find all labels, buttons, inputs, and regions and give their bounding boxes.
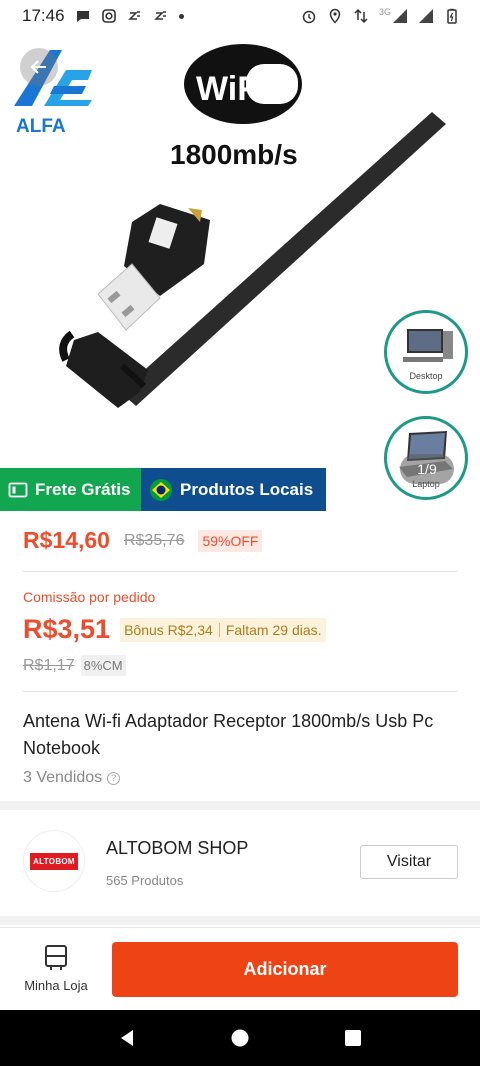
commission-row: R$3,51 Bônus R$2,34 Faltam 29 dias. — [23, 614, 326, 645]
app-notification-icon-2 — [153, 11, 166, 20]
app-notification-icon — [127, 11, 140, 20]
product-title: Antena Wi-fi Adaptador Receptor 1800mb/s… — [23, 711, 434, 758]
shop-logo-text: ALTOBOM — [30, 852, 78, 870]
sold-count-label: 3 Vendidos — [23, 769, 103, 786]
commission-original: R$1,17 — [23, 656, 75, 674]
svg-text:ALFA: ALFA — [16, 116, 66, 137]
badge-row: Frete Grátis Produtos Locais — [0, 468, 326, 511]
nav-recents-icon[interactable] — [343, 1028, 363, 1048]
system-nav-bar — [0, 1010, 480, 1066]
free-shipping-label: Frete Grátis — [35, 479, 131, 499]
free-shipping-badge: Frete Grátis — [0, 468, 141, 511]
commission-rate-row: R$1,17 8%CM — [23, 655, 126, 676]
signal-group: 3G — [379, 8, 408, 24]
nav-back-icon[interactable] — [117, 1028, 137, 1048]
status-bar: 17:46 3G — [0, 0, 480, 32]
section-separator — [0, 916, 480, 925]
current-price: R$14,60 — [23, 527, 110, 553]
shop-products-count: 565 Produtos — [106, 873, 184, 888]
bonus-amount: Bônus R$2,34 — [124, 621, 213, 638]
signal-icon-2 — [419, 9, 433, 23]
my-store-button[interactable]: Minha Loja — [14, 944, 98, 993]
chat-notification-icon — [76, 11, 89, 22]
commission-rate: 8%CM — [80, 655, 126, 676]
original-price: R$35,76 — [123, 531, 185, 549]
alarm-icon — [302, 10, 316, 24]
thumb-label: Desktop — [409, 371, 443, 381]
bonus-separator — [218, 622, 220, 637]
screen: 17:46 3G ALFA WiFi 1800mb/s Desktop Lapt… — [0, 0, 480, 1066]
bonus-remaining: Faltam 29 dias. — [225, 621, 322, 638]
commission-label: Comissão por pedido — [23, 589, 156, 605]
local-products-label: Produtos Locais — [180, 479, 314, 499]
my-store-label: Minha Loja — [24, 978, 88, 993]
wifi-logo: WiFi — [184, 44, 302, 124]
price-row: R$14,60 R$35,76 59%OFF — [23, 527, 263, 554]
image-pager: 1/9 — [400, 454, 454, 484]
discount-badge: 59%OFF — [198, 529, 263, 552]
local-products-badge: Produtos Locais — [141, 468, 326, 511]
status-time: 17:46 — [22, 6, 65, 25]
brazil-flag-icon — [150, 478, 172, 501]
sold-count: 3 Vendidos ? — [23, 769, 121, 787]
arrow-left-icon — [30, 60, 46, 74]
back-button[interactable] — [20, 48, 58, 86]
signal-icon — [393, 9, 407, 23]
action-bar: Minha Loja Adicionar — [0, 927, 480, 1010]
shop-logo[interactable]: ALTOBOM — [23, 830, 85, 892]
divider — [23, 691, 457, 692]
commission-value: R$3,51 — [23, 614, 111, 644]
more-notifications-dot-icon — [178, 13, 184, 19]
usb-adapter — [97, 204, 210, 331]
add-button[interactable]: Adicionar — [112, 942, 458, 997]
nav-home-icon[interactable] — [230, 1028, 250, 1048]
svg-text:WiFi: WiFi — [196, 70, 267, 108]
bonus-box: Bônus R$2,34 Faltam 29 dias. — [120, 617, 326, 642]
help-icon[interactable]: ? — [107, 771, 121, 785]
store-icon — [45, 945, 67, 970]
network-type: 3G — [378, 7, 391, 17]
shop-name[interactable]: ALTOBOM SHOP — [106, 838, 248, 859]
location-icon — [329, 8, 341, 24]
thumb-desktop[interactable]: Desktop — [384, 310, 468, 394]
divider — [23, 571, 457, 572]
product-image-carousel[interactable]: ALFA WiFi 1800mb/s Desktop Laptop 1/9 — [0, 32, 480, 512]
ticket-icon — [8, 482, 28, 497]
data-transfer-icon — [354, 8, 368, 24]
speed-text: 1800mb/s — [170, 139, 298, 170]
visit-shop-button[interactable]: Visitar — [360, 845, 458, 879]
battery-icon — [447, 8, 457, 24]
section-separator — [0, 801, 480, 810]
instagram-notification-icon — [101, 9, 116, 23]
